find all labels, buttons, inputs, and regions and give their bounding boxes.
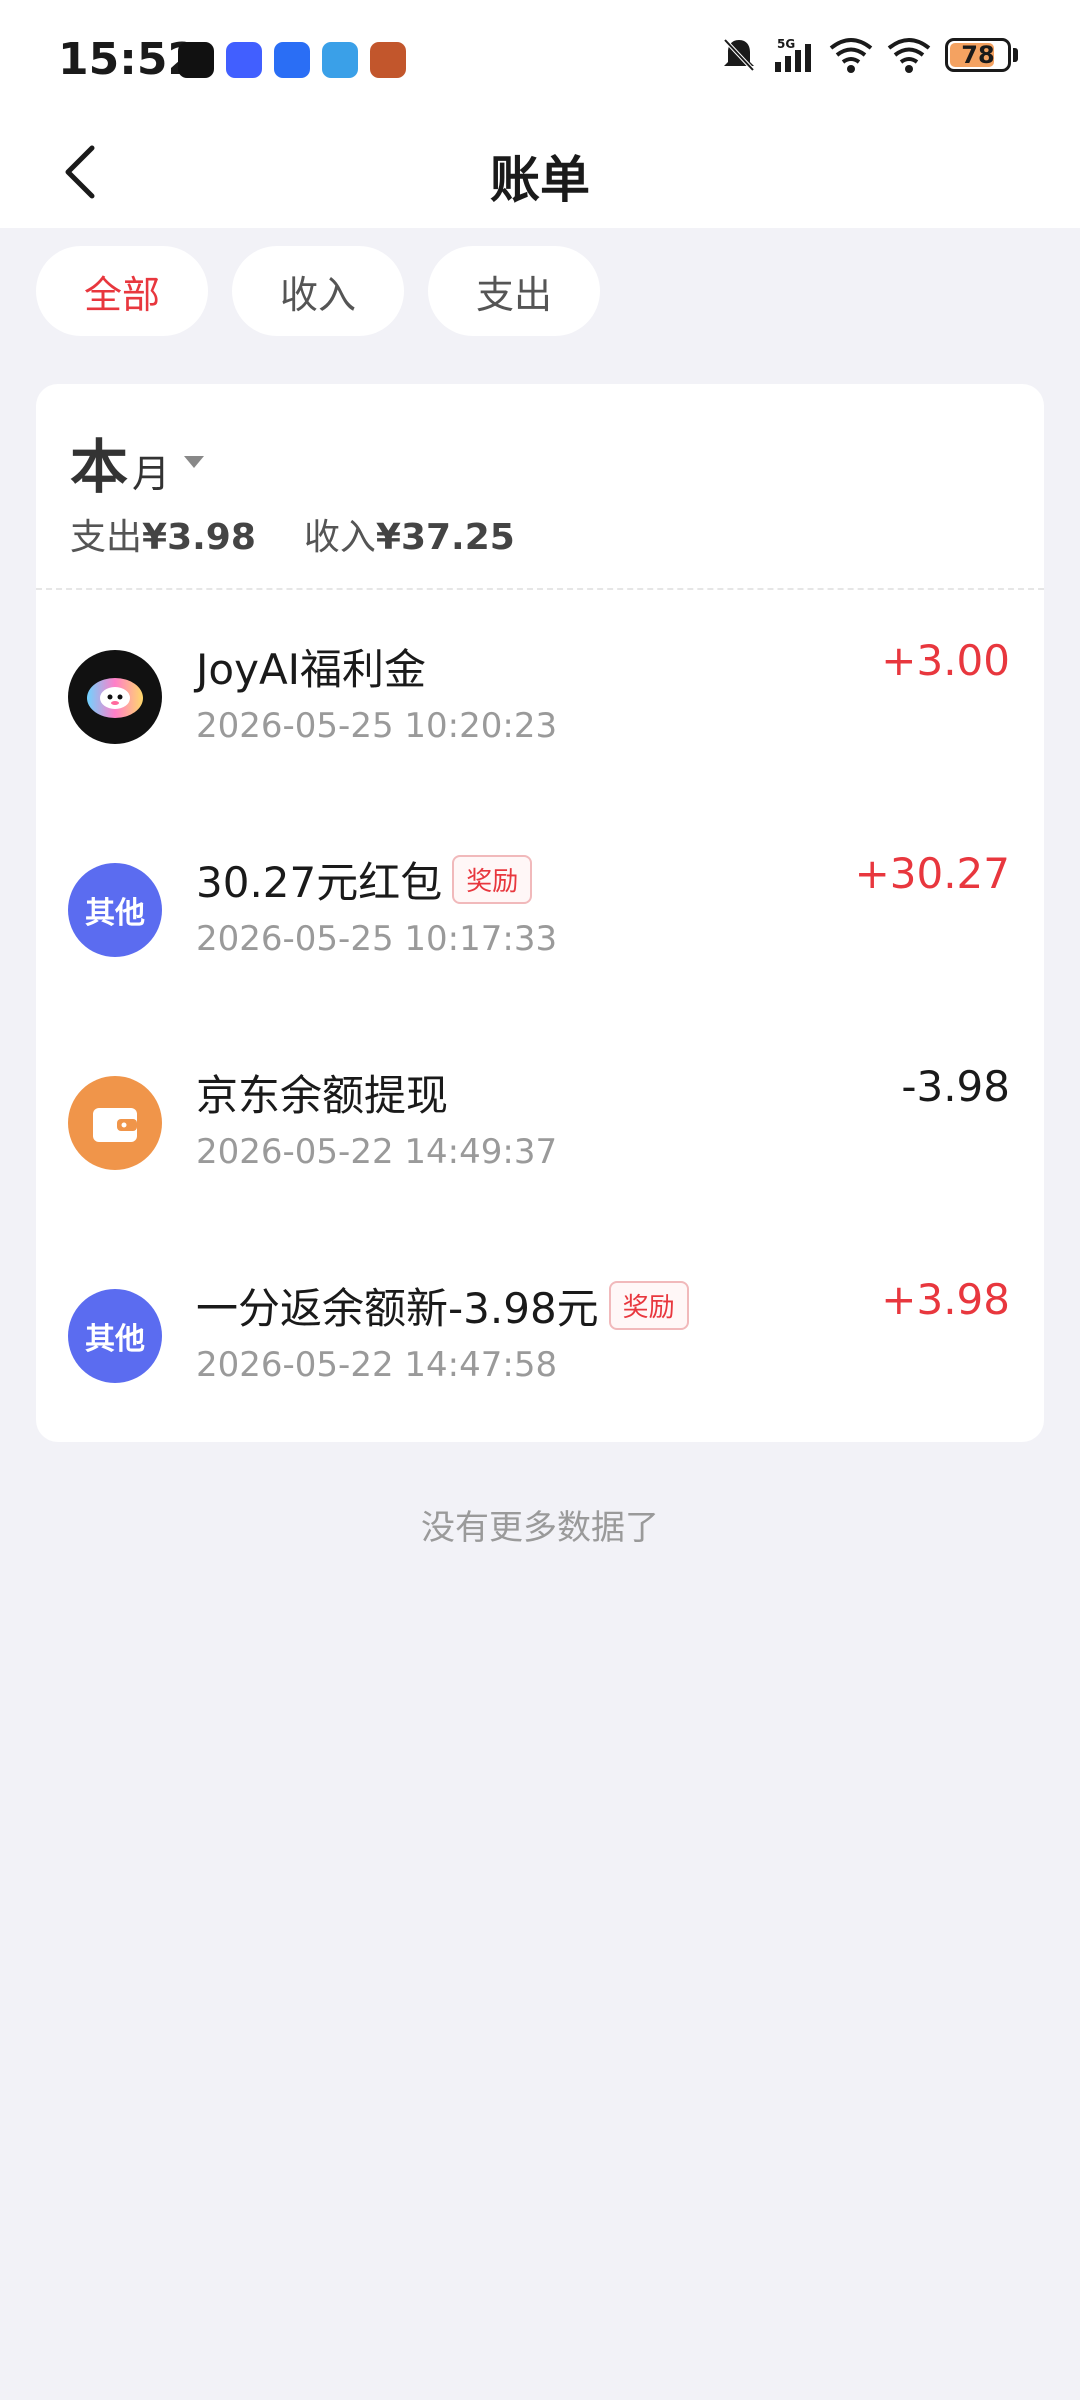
- transaction-row[interactable]: 京东余额提现 2026-05-22 14:49:37 -3.98: [36, 1014, 1044, 1227]
- transaction-time: 2026-05-22 14:47:58: [196, 1345, 558, 1385]
- status-indicators: 5G 78: [721, 36, 1018, 74]
- reward-badge: 奖励: [608, 1281, 689, 1330]
- transaction-title: 京东余额提现: [196, 1071, 449, 1120]
- transaction-time: 2026-05-22 14:49:37: [196, 1132, 558, 1172]
- transaction-title: 30.27元红包 奖励: [196, 849, 533, 910]
- wifi-icon: [829, 38, 873, 73]
- expense-value: ¥3.98: [142, 517, 256, 558]
- tab-expense[interactable]: 支出: [428, 246, 600, 336]
- tab-income[interactable]: 收入: [232, 246, 404, 336]
- bill-card: 本 月 支出¥3.98 收入¥37.25 JoyAI福利金 2026-05-25…: [36, 384, 1044, 1442]
- transaction-row[interactable]: JoyAI福利金 2026-05-25 10:20:23 +3.00: [36, 588, 1044, 801]
- mute-bell-icon: [723, 38, 755, 72]
- reward-badge: 奖励: [452, 855, 533, 904]
- wifi-icon-secondary: [887, 38, 931, 73]
- other-category-icon: 其他: [68, 1289, 162, 1383]
- game-app-icon: [370, 42, 406, 78]
- month-selector[interactable]: 本 月: [70, 420, 205, 504]
- status-app-icons: [178, 42, 406, 78]
- month-label-big: 本: [70, 433, 129, 501]
- income-label: 收入: [303, 517, 376, 558]
- no-more-data-text: 没有更多数据了: [421, 1508, 659, 1548]
- month-label-small: 月: [132, 452, 171, 496]
- battery-level: 78: [961, 41, 995, 69]
- battery-tip: [1013, 48, 1018, 62]
- svg-text:5G: 5G: [777, 37, 795, 51]
- transaction-row[interactable]: 其他 一分返余额新-3.98元 奖励 2026-05-22 14:47:58 +…: [36, 1227, 1044, 1440]
- send-app-icon: [322, 42, 358, 78]
- caret-down-icon: [184, 456, 205, 468]
- nav-bar: 账单: [0, 120, 1080, 228]
- month-summary: 支出¥3.98 收入¥37.25: [70, 508, 515, 560]
- joyai-mascot-icon: [87, 678, 143, 718]
- expense-summary: 支出¥3.98: [70, 508, 256, 560]
- app-notification-icon: [178, 42, 214, 78]
- transaction-amount: -3.98: [901, 1062, 1010, 1111]
- transaction-title: 一分返余额新-3.98元 奖励: [196, 1275, 689, 1336]
- income-summary: 收入¥37.25: [304, 508, 515, 560]
- k-app-icon: [274, 42, 310, 78]
- expense-label: 支出: [70, 517, 143, 558]
- transaction-row[interactable]: 其他 30.27元红包 奖励 2026-05-25 10:17:33 +30.2…: [36, 801, 1044, 1014]
- transaction-time: 2026-05-25 10:20:23: [196, 706, 558, 746]
- page-title: 账单: [490, 151, 590, 209]
- joyai-logo-icon: [68, 650, 162, 744]
- cellular-signal-icon: 5G: [775, 37, 811, 72]
- battery-icon: 78: [945, 38, 1011, 72]
- status-bar: 15:52 5G 78: [0, 0, 1080, 120]
- transaction-title: JoyAI福利金: [196, 645, 427, 694]
- filter-tabs: 全部 收入 支出: [36, 246, 600, 336]
- wallet-icon: [68, 1076, 162, 1170]
- transaction-amount: +3.98: [881, 1275, 1010, 1324]
- income-value: ¥37.25: [375, 517, 515, 558]
- transaction-amount: +30.27: [854, 849, 1010, 898]
- other-category-icon: 其他: [68, 863, 162, 957]
- wallet-glyph-icon: [93, 1108, 137, 1142]
- transaction-amount: +3.00: [881, 636, 1010, 685]
- vivo-app-icon: [226, 42, 262, 78]
- transaction-time: 2026-05-25 10:17:33: [196, 919, 558, 959]
- tab-all[interactable]: 全部: [36, 246, 208, 336]
